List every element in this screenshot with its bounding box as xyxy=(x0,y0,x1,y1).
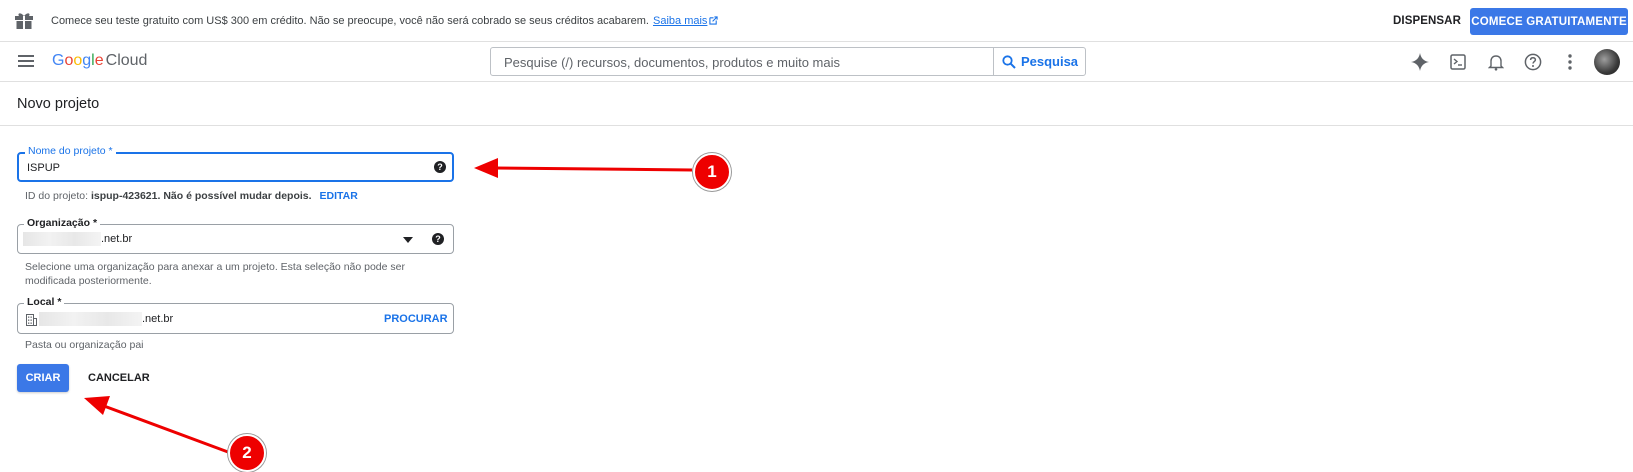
arrow-2 xyxy=(103,404,229,454)
arrow-1 xyxy=(493,166,693,172)
annotation-badge-2: 2 xyxy=(228,434,266,472)
arrow-1-head xyxy=(474,158,498,178)
arrow-2-head xyxy=(84,396,110,415)
annotation-badge-1: 1 xyxy=(693,153,731,191)
annotation-arrows xyxy=(84,158,693,454)
